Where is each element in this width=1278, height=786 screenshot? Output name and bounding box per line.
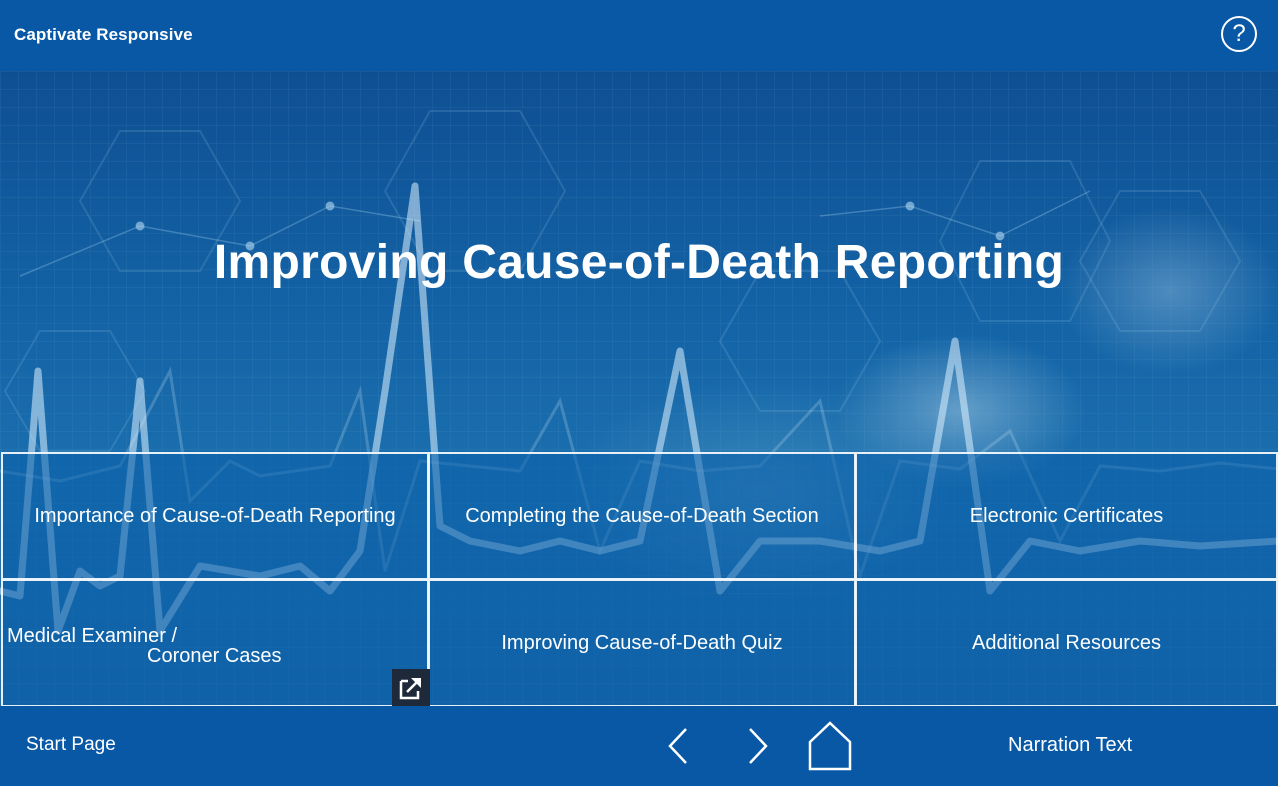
tile-electronic-certificates[interactable]: Electronic Certificates	[855, 452, 1278, 580]
chevron-left-icon[interactable]	[662, 726, 696, 766]
help-icon[interactable]: ?	[1221, 16, 1257, 52]
home-icon[interactable]	[806, 720, 854, 772]
start-page-link[interactable]: Start Page	[26, 734, 116, 756]
tile-label: Completing the Cause-of-Death Section	[465, 504, 819, 527]
tile-label: Additional Resources	[972, 631, 1161, 654]
tile-importance-of-cod-reporting[interactable]: Importance of Cause-of-Death Reporting	[1, 452, 429, 580]
app-title: Captivate Responsive	[14, 25, 193, 44]
footer-bar: Start Page Narration Text	[0, 706, 1278, 786]
tile-medical-examiner-coroner-cases[interactable]: Medical Examiner / Coroner Cases	[1, 579, 429, 707]
tile-label: Improving Cause-of-Death Quiz	[501, 631, 783, 654]
tile-completing-cod-section[interactable]: Completing the Cause-of-Death Section	[428, 452, 856, 580]
app-window: Captivate Responsive ? Improving Cause-o…	[0, 0, 1278, 786]
tile-label: Electronic Certificates	[969, 504, 1164, 527]
tile-additional-resources[interactable]: Additional Resources	[855, 579, 1278, 707]
tile-label-line-2: Coroner Cases	[147, 645, 282, 667]
course-title: Improving Cause-of-Death Reporting	[213, 236, 1065, 289]
chevron-right-icon[interactable]	[740, 726, 774, 766]
header-bar: Captivate Responsive ?	[0, 0, 1278, 72]
narration-text-button[interactable]: Narration Text	[1008, 734, 1132, 757]
external-link-icon[interactable]	[392, 669, 430, 707]
tile-improving-cod-quiz[interactable]: Improving Cause-of-Death Quiz	[428, 579, 856, 707]
tile-label: Importance of Cause-of-Death Reporting	[34, 504, 396, 527]
